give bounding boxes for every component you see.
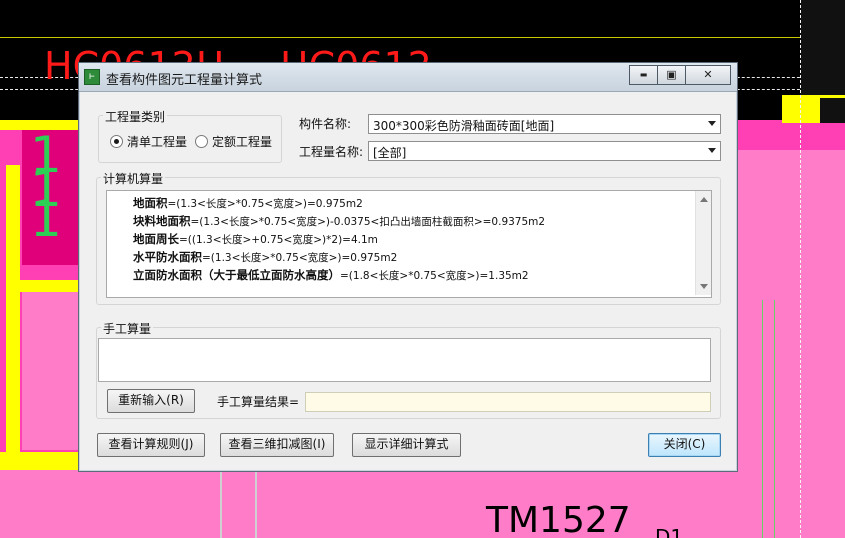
quantity-type-label: 工程量类别: [103, 108, 168, 125]
manual-result-field[interactable]: [305, 392, 711, 412]
show-detail-formula-button[interactable]: 显示详细计算式: [352, 433, 461, 457]
dialog-title: 查看构件图元工程量计算式: [106, 73, 263, 88]
formula-line: 地面周长=((1.3<长度>+0.75<宽度>)*2)=4.1m: [133, 231, 545, 249]
close-icon[interactable]: ✕: [685, 65, 731, 85]
wall-yellow: [6, 165, 20, 295]
formula-expression: =(1.3<长度>*0.75<宽度>)=0.975m2: [202, 252, 398, 264]
manual-formula-input[interactable]: [98, 338, 711, 382]
radio-unselected-icon: [195, 135, 208, 148]
component-name-label: 构件名称:: [299, 117, 352, 131]
formula-lines: 地面积=(1.3<长度>*0.75<宽度>)=0.975m2 块料地面积=(1.…: [133, 195, 545, 285]
formula-term: 地面积: [133, 196, 168, 210]
wall-yellow: [6, 290, 20, 460]
grid-line: [255, 470, 257, 538]
maximize-icon[interactable]: ▣: [657, 65, 686, 85]
formula-expression: =(1.3<长度>*0.75<宽度>)-0.0375<扣凸出墙面柱截面积>=0.…: [190, 216, 546, 228]
manual-result-label: 手工算量结果=: [217, 395, 300, 409]
app-icon: ⊢: [84, 69, 100, 85]
formula-term: 水平防水面积: [133, 250, 202, 264]
quantity-name-label: 工程量名称:: [299, 145, 364, 159]
formula-expression: =(1.8<长度>*0.75<宽度>)=1.35m2: [340, 270, 529, 282]
wall-yellow: [0, 452, 78, 470]
radio-list-quantity[interactable]: 清单工程量: [110, 133, 187, 150]
floor-fill-light: [0, 470, 845, 538]
grid-line: [762, 300, 763, 538]
formula-term: 地面周长: [133, 232, 179, 246]
radio-label: 定额工程量: [212, 135, 273, 149]
formula-line: 水平防水面积=(1.3<长度>*0.75<宽度>)=0.975m2: [133, 249, 545, 267]
view-rules-button[interactable]: 查看计算规则(J): [97, 433, 205, 457]
manual-calc-label: 手工算量: [101, 320, 154, 337]
cad-label-d1: D1: [655, 525, 684, 538]
cad-glyph: 1: [30, 190, 62, 248]
floor-fill-light: [22, 290, 78, 450]
radio-norm-quantity[interactable]: 定额工程量: [195, 133, 272, 150]
formula-term: 立面防水面积（大于最低立面防水高度）: [133, 268, 340, 282]
column-block: [800, 0, 845, 95]
scroll-down-icon[interactable]: [700, 284, 708, 289]
formula-line: 块料地面积=(1.3<长度>*0.75<宽度>)-0.0375<扣凸出墙面柱截面…: [133, 213, 545, 231]
dialog-titlebar[interactable]: ⊢ 查看构件图元工程量计算式 ▬ ▣ ✕: [79, 63, 737, 92]
chevron-down-icon: [708, 121, 716, 126]
reenter-button[interactable]: 重新输入(R): [107, 389, 195, 413]
grid-line: [800, 0, 801, 538]
grid-line: [220, 470, 222, 538]
minimize-icon[interactable]: ▬: [629, 65, 658, 85]
radio-selected-icon: [110, 135, 123, 148]
scroll-up-icon[interactable]: [700, 197, 708, 202]
close-button[interactable]: 关闭(C): [648, 433, 721, 457]
quantity-name-select[interactable]: [全部]: [368, 141, 721, 161]
formula-term: 块料地面积: [133, 214, 191, 228]
view-3d-deduction-button[interactable]: 查看三维扣减图(I): [220, 433, 334, 457]
grid-line: [774, 300, 775, 538]
formula-textbox[interactable]: 地面积=(1.3<长度>*0.75<宽度>)=0.975m2 块料地面积=(1.…: [106, 190, 712, 298]
computer-calc-label: 计算机算量: [101, 170, 166, 187]
column-block: [820, 98, 845, 123]
vertical-scrollbar[interactable]: [695, 191, 711, 295]
radio-label: 清单工程量: [127, 135, 188, 149]
axis-line: [0, 37, 845, 38]
formula-expression: =(1.3<长度>*0.75<宽度>)=0.975m2: [167, 198, 363, 210]
component-name-select[interactable]: 300*300彩色防滑釉面砖面[地面]: [368, 114, 721, 134]
cad-label-tm1527: TM1527: [486, 500, 631, 538]
formula-line: 立面防水面积（大于最低立面防水高度）=(1.8<长度>*0.75<宽度>)=1.…: [133, 267, 545, 285]
window-controls: ▬ ▣ ✕: [629, 65, 731, 85]
component-name-value: 300*300彩色防滑釉面砖面[地面]: [373, 119, 555, 133]
formula-line: 地面积=(1.3<长度>*0.75<宽度>)=0.975m2: [133, 195, 545, 213]
chevron-down-icon: [708, 148, 716, 153]
quantity-name-value: [全部]: [373, 146, 407, 160]
formula-expression: =((1.3<长度>+0.75<宽度>)*2)=4.1m: [179, 234, 378, 246]
